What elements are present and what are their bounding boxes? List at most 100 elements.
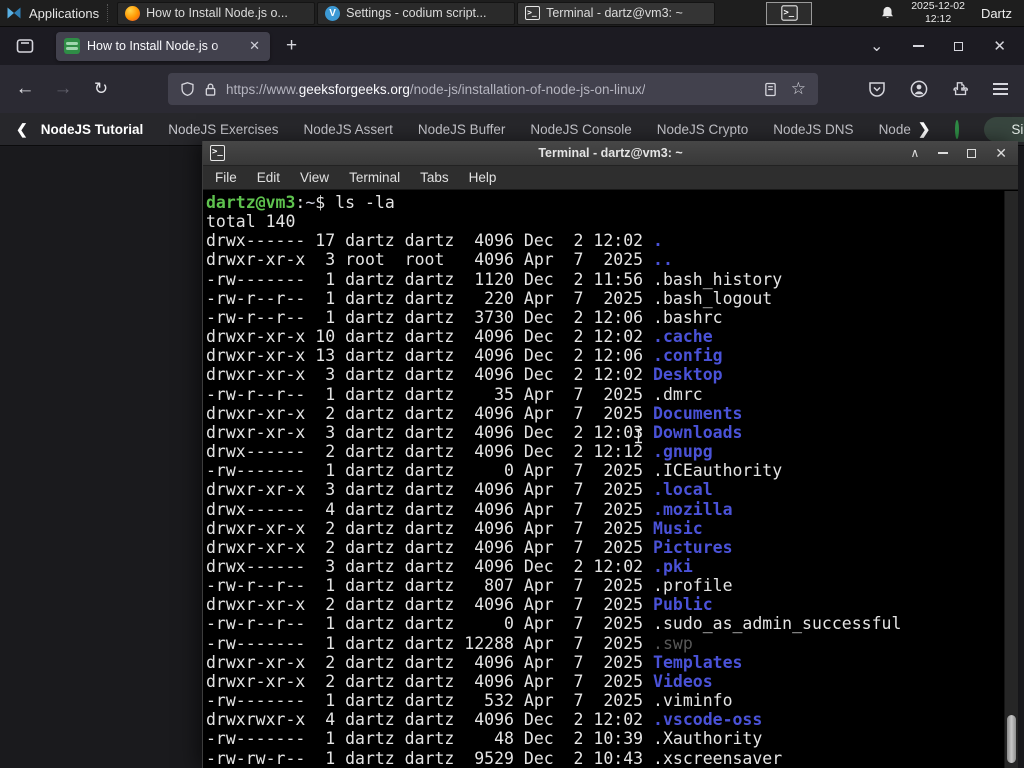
pocket-icon[interactable] [868, 81, 886, 98]
tab-bar: How to Install Node.js o ✕ + ⌄ ✕ [0, 27, 1024, 65]
tracking-shield-icon[interactable] [180, 81, 195, 97]
file-row-attrs: drwxr-xr-x 2 dartz dartz 4096 Apr 7 2025 [206, 652, 654, 672]
system-tray: 2025-12-02 12:12 Dartz [880, 0, 1024, 25]
file-row-attrs: drwxr-xr-x 10 dartz dartz 4096 Dec 2 12:… [206, 327, 654, 347]
firefox-view-button[interactable] [10, 33, 40, 59]
file-name: .ICEauthority [653, 461, 783, 481]
taskbar-button-terminal[interactable]: >_ Terminal - dartz@vm3: ~ [517, 1, 716, 25]
prompt-command: $ ls -la [315, 193, 395, 212]
terminal-minimize-icon[interactable] [938, 152, 949, 154]
shade-window-icon[interactable]: ∧ [910, 146, 919, 160]
gfg-nav-link[interactable]: NodeJS DNS [773, 122, 853, 137]
file-row-attrs: drwxr-xr-x 3 dartz dartz 4096 Dec 2 12:0… [206, 365, 654, 385]
search-icon[interactable] [955, 119, 960, 139]
file-row: drwxrwxr-x 4 dartz dartz 4096 Dec 2 12:0… [206, 710, 1004, 729]
lock-icon[interactable] [204, 82, 217, 97]
terminal-titlebar[interactable]: >_ Terminal - dartz@vm3: ~ ∧ ✕ [203, 141, 1018, 166]
app-menu-icon[interactable] [993, 83, 1008, 95]
url-scheme: https://www. [226, 81, 299, 97]
file-listing: drwx------ 17 dartz dartz 4096 Dec 2 12:… [206, 231, 1004, 767]
terminal-output-area[interactable]: dartz@vm3:~$ ls -la total 140 drwx------… [203, 191, 1004, 768]
file-row: drwxr-xr-x 3 dartz dartz 4096 Dec 2 12:0… [206, 365, 1004, 384]
terminal-window: >_ Terminal - dartz@vm3: ~ ∧ ✕ File Edit V… [202, 141, 1018, 768]
file-name: .pki [653, 556, 693, 576]
terminal-menu-item[interactable]: Help [459, 170, 507, 185]
gfg-nav-link[interactable]: Node [879, 122, 911, 137]
reload-button[interactable]: ↻ [88, 79, 114, 99]
tab-close-icon[interactable]: ✕ [247, 38, 262, 54]
file-row: drwx------ 2 dartz dartz 4096 Dec 2 12:1… [206, 442, 1004, 461]
nav-scroll-left-icon[interactable]: ❮ [16, 121, 28, 138]
file-row: drwxr-xr-x 2 dartz dartz 4096 Apr 7 2025… [206, 672, 1004, 691]
panel-username[interactable]: Dartz [981, 6, 1012, 21]
file-row-attrs: drwxr-xr-x 3 dartz dartz 4096 Dec 2 12:0… [206, 422, 654, 442]
list-all-tabs-icon[interactable]: ⌄ [870, 36, 883, 56]
applications-menu-button[interactable]: Applications [0, 0, 107, 26]
prompt-line: dartz@vm3:~$ ls -la [206, 193, 1004, 212]
file-row-attrs: -rw-r--r-- 1 dartz dartz 807 Apr 7 2025 [206, 576, 654, 596]
gfg-nav-link[interactable]: NodeJS Buffer [418, 122, 506, 137]
terminal-scrollbar[interactable] [1004, 191, 1018, 768]
file-row: drwxr-xr-x 10 dartz dartz 4096 Dec 2 12:… [206, 327, 1004, 346]
file-name: Desktop [653, 365, 723, 385]
terminal-close-icon[interactable]: ✕ [995, 145, 1007, 162]
workspace-switcher[interactable]: >_ [766, 1, 813, 25]
url-text: https://www.geeksforgeeks.org/node-js/in… [226, 82, 645, 97]
back-button[interactable]: ← [12, 78, 38, 100]
extensions-puzzle-icon[interactable] [952, 81, 969, 98]
file-name: Downloads [653, 422, 743, 442]
notifications-bell-icon[interactable] [880, 5, 895, 21]
file-row: -rw------- 1 dartz dartz 12288 Apr 7 202… [206, 634, 1004, 653]
forward-button[interactable]: → [50, 78, 76, 100]
applications-icon [7, 7, 21, 19]
nav-scroll-right-icon[interactable]: ❯ [918, 120, 931, 138]
workspace-terminal-icon: >_ [780, 5, 798, 21]
file-row: drwxr-xr-x 2 dartz dartz 4096 Apr 7 2025… [206, 519, 1004, 538]
new-tab-button[interactable]: + [286, 35, 297, 57]
window-minimize-icon[interactable] [913, 45, 925, 47]
vscodium-icon: V [325, 5, 341, 21]
file-name: Videos [653, 671, 713, 691]
panel-separator [107, 4, 113, 22]
gfg-nav-link[interactable]: NodeJS Console [530, 122, 631, 137]
url-bar[interactable]: https://www.geeksforgeeks.org/node-js/in… [168, 73, 818, 105]
terminal-menu-item[interactable]: File [215, 170, 247, 185]
file-row: -rw-r--r-- 1 dartz dartz 35 Apr 7 2025 .… [206, 385, 1004, 404]
gfg-nav-link[interactable]: NodeJS Exercises [168, 122, 278, 137]
file-row: -rw------- 1 dartz dartz 1120 Dec 2 11:5… [206, 270, 1004, 289]
terminal-maximize-icon[interactable] [967, 148, 977, 158]
file-row-attrs: drwxr-xr-x 2 dartz dartz 4096 Apr 7 2025 [206, 518, 654, 538]
window-maximize-icon[interactable] [954, 41, 964, 51]
terminal-menu-item[interactable]: View [290, 170, 339, 185]
gfg-nav-link[interactable]: NodeJS Assert [304, 122, 393, 137]
panel-clock[interactable]: 2025-12-02 12:12 [911, 0, 965, 25]
terminal-menubar: File Edit View Terminal Tabs Help [203, 166, 1018, 190]
file-row-attrs: drwxr-xr-x 2 dartz dartz 4096 Apr 7 2025 [206, 537, 654, 557]
gfg-nav-link[interactable]: NodeJS Crypto [657, 122, 749, 137]
terminal-menu-item[interactable]: Tabs [410, 170, 459, 185]
prompt-path: ~ [305, 193, 316, 212]
file-row-attrs: -rw-r--r-- 1 dartz dartz 220 Apr 7 2025 [206, 288, 654, 308]
url-domain: geeksforgeeks.org [298, 81, 410, 97]
toolbar-right-icons [868, 80, 1012, 98]
taskbar-button-codium[interactable]: V Settings - codium script... [317, 1, 516, 25]
terminal-menu-item[interactable]: Terminal [339, 170, 410, 185]
file-row: -rw------- 1 dartz dartz 0 Apr 7 2025 .I… [206, 461, 1004, 480]
bookmark-star-icon[interactable]: ☆ [791, 79, 806, 99]
gfg-nav-link[interactable]: NodeJS Tutorial [41, 122, 144, 137]
browser-tab-active[interactable]: How to Install Node.js o ✕ [56, 31, 270, 61]
file-row-attrs: -rw------- 1 dartz dartz 1120 Dec 2 11:5… [206, 269, 654, 289]
sign-in-button[interactable]: Sign In [984, 116, 1024, 142]
desktop-panel: Applications How to Install Node.js o...… [0, 0, 1024, 27]
reader-view-icon[interactable] [764, 82, 777, 97]
taskbar-button-firefox[interactable]: How to Install Node.js o... [117, 1, 316, 25]
account-icon[interactable] [910, 80, 928, 98]
file-row: drwx------ 4 dartz dartz 4096 Apr 7 2025… [206, 500, 1004, 519]
file-row: -rw-r--r-- 1 dartz dartz 3730 Dec 2 12:0… [206, 308, 1004, 327]
window-close-icon[interactable]: ✕ [993, 37, 1006, 55]
firefox-icon [125, 5, 141, 21]
clock-time: 12:12 [924, 13, 952, 25]
terminal-scrollbar-thumb[interactable] [1007, 715, 1016, 763]
terminal-menu-item[interactable]: Edit [247, 170, 290, 185]
file-row-attrs: drwx------ 17 dartz dartz 4096 Dec 2 12:… [206, 231, 654, 251]
